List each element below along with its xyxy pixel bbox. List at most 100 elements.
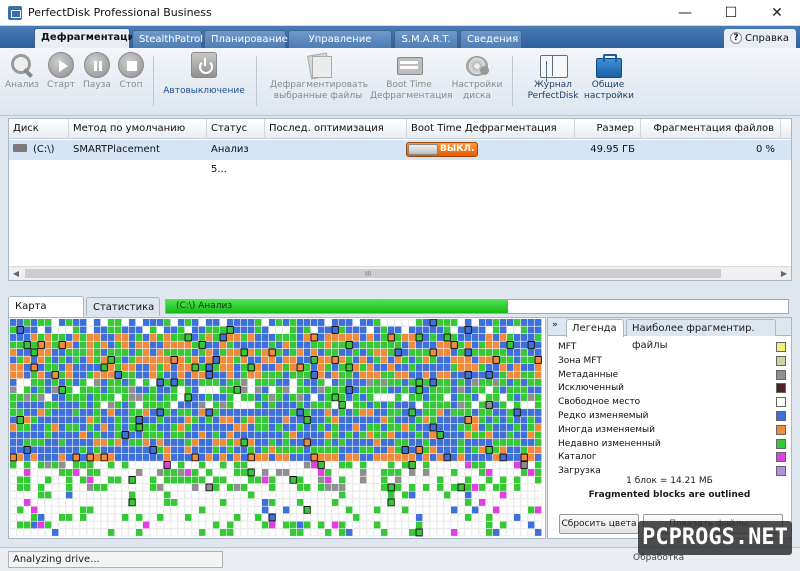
disk-block xyxy=(297,371,304,379)
disk-block xyxy=(31,371,38,379)
boot-time-toggle[interactable]: ВЫКЛ. xyxy=(406,142,478,157)
disk-block xyxy=(101,371,108,379)
tab-stealthpatrol[interactable]: StealthPatrol xyxy=(132,30,203,48)
disk-block xyxy=(367,454,374,461)
legend-swatch[interactable] xyxy=(776,355,786,366)
watermark: PCPROGS.NET xyxy=(638,521,792,555)
legend-swatch[interactable] xyxy=(776,342,786,352)
general-settings-button[interactable]: Общие настройки xyxy=(584,48,634,102)
disk-block xyxy=(500,476,507,484)
disk-block xyxy=(269,371,276,379)
scroll-thumb[interactable] xyxy=(25,269,721,278)
disk-block xyxy=(269,446,276,454)
disk-block xyxy=(325,446,332,454)
close-button[interactable]: ✕ xyxy=(754,0,800,26)
tab-scheduling[interactable]: Планирование xyxy=(204,30,288,48)
disk-settings-button[interactable]: Настройки диска xyxy=(450,48,504,102)
tab-info[interactable]: Сведения xyxy=(460,30,522,48)
tab-legend[interactable]: Легенда xyxy=(566,319,624,337)
disk-block xyxy=(248,424,255,431)
horizontal-scrollbar[interactable]: ◀ III ▶ xyxy=(9,266,791,280)
tab-disk-map[interactable]: Карта диска xyxy=(8,296,84,331)
disk-block xyxy=(220,424,227,431)
disk-block xyxy=(192,394,199,401)
disk-block xyxy=(59,401,66,409)
disk-block xyxy=(192,334,199,341)
auto-shutdown-button[interactable]: Автовыключение xyxy=(160,48,248,97)
disk-block xyxy=(429,319,437,327)
disk-block xyxy=(10,334,17,341)
disk-block xyxy=(528,506,535,514)
disk-block xyxy=(513,491,521,499)
maximize-button[interactable]: ☐ xyxy=(708,0,754,26)
boot-time-defrag-button[interactable]: Boot Time Дефрагментация xyxy=(370,48,453,102)
disk-block xyxy=(86,326,94,334)
disk-block xyxy=(241,334,248,341)
col-boot-time[interactable]: Boot Time Дефрагментация xyxy=(407,119,575,139)
disk-block xyxy=(157,446,164,454)
disk-block xyxy=(304,424,311,431)
help-tab[interactable]: ? Справка xyxy=(724,29,796,48)
disk-block xyxy=(73,341,80,349)
disk-map[interactable] xyxy=(8,317,546,539)
disk-block xyxy=(234,334,241,341)
tab-space-management[interactable]: Управление местом xyxy=(288,30,392,63)
disk-block xyxy=(157,401,164,409)
disk-block xyxy=(94,386,101,394)
disk-block xyxy=(121,491,129,499)
legend-swatch[interactable] xyxy=(776,424,786,435)
tab-defragmentation[interactable]: Дефрагментация xyxy=(34,28,141,48)
collapse-panel-icon[interactable]: » xyxy=(552,320,558,330)
table-row[interactable]: (C:\) SMARTPlacement Анализ 5... ВЫКЛ. 4… xyxy=(9,140,791,175)
disk-block xyxy=(500,439,507,446)
start-button[interactable]: Старт xyxy=(44,48,78,91)
legend-swatch[interactable] xyxy=(776,397,786,408)
disk-block xyxy=(465,394,472,401)
stop-button[interactable]: Стоп xyxy=(114,48,148,91)
minimize-button[interactable]: — xyxy=(662,0,708,26)
legend-swatch[interactable] xyxy=(776,383,786,394)
analyze-button[interactable]: Анализ xyxy=(4,48,40,91)
disk-block xyxy=(471,513,479,522)
tab-most-fragmented[interactable]: Наиболее фрагментир. файлы xyxy=(626,319,776,351)
disk-block xyxy=(157,439,164,446)
disk-block xyxy=(296,363,304,372)
legend-swatch[interactable] xyxy=(776,369,786,380)
disk-block xyxy=(192,476,199,484)
disk-block xyxy=(170,401,178,409)
disk-block xyxy=(234,446,241,454)
journal-button[interactable]: Журнал PerfectDisk xyxy=(524,48,582,102)
legend-panel-header: » Легенда Наиболее фрагментир. файлы xyxy=(548,318,791,351)
col-status[interactable]: Статус xyxy=(207,119,265,139)
disk-block xyxy=(310,506,318,514)
reset-colors-button[interactable]: Сбросить цвета xyxy=(559,514,639,534)
disk-block xyxy=(59,416,66,424)
disk-block xyxy=(485,461,493,469)
col-size[interactable]: Размер xyxy=(575,119,641,139)
scroll-left-icon[interactable]: ◀ xyxy=(9,267,23,280)
col-last-optimization[interactable]: Послед. оптимизация xyxy=(265,119,407,139)
disk-block xyxy=(395,334,402,341)
disk-block xyxy=(101,394,108,401)
legend-swatch[interactable] xyxy=(776,438,786,449)
disk-block xyxy=(157,371,164,379)
disk-block xyxy=(423,349,430,356)
disk-block xyxy=(388,469,395,476)
tab-statistics[interactable]: Статистика xyxy=(86,297,160,316)
col-method[interactable]: Метод по умолчанию xyxy=(69,119,207,139)
disk-block xyxy=(143,401,150,409)
legend-swatch[interactable] xyxy=(776,411,786,421)
disk-block xyxy=(338,498,346,507)
disk-block xyxy=(149,468,157,477)
tab-smart[interactable]: S.M.A.R.T. xyxy=(394,30,458,48)
legend-swatch[interactable] xyxy=(776,452,786,463)
disk-block xyxy=(269,356,276,364)
defrag-selected-button[interactable]: Дефрагментировать выбранные файлы xyxy=(270,48,368,102)
pause-button[interactable]: Пауза xyxy=(80,48,114,91)
disk-block xyxy=(184,521,192,529)
scroll-right-icon[interactable]: ▶ xyxy=(777,267,791,280)
legend-swatch[interactable] xyxy=(776,466,786,477)
disk-block xyxy=(52,431,59,439)
col-fragmentation[interactable]: Фрагментация файлов xyxy=(641,119,781,139)
col-disk[interactable]: Диск xyxy=(9,119,69,139)
